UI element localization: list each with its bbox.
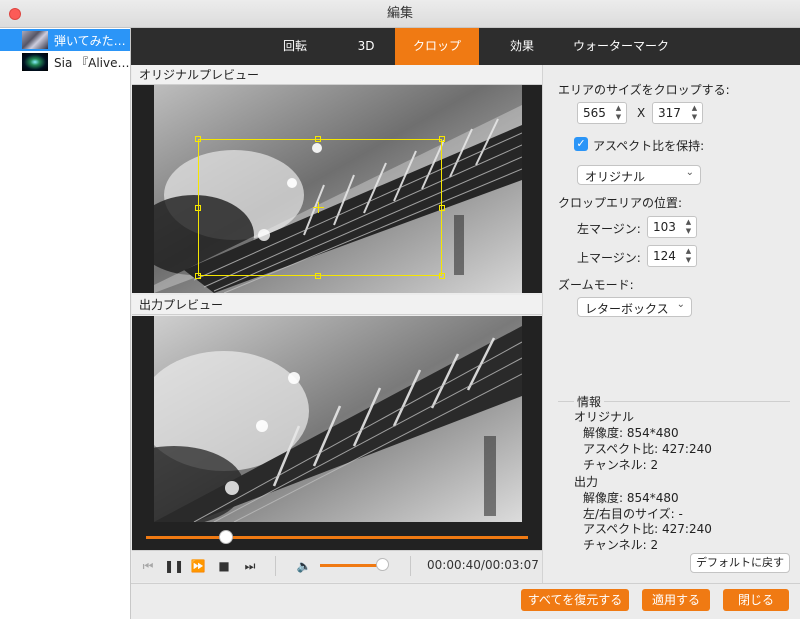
output-preview-image (154, 316, 522, 522)
crop-handle-top-left[interactable] (195, 136, 201, 142)
tab-rotate[interactable]: 回転 (259, 28, 331, 65)
crop-handle-bottom[interactable] (315, 273, 321, 279)
crop-center-crosshair (318, 202, 319, 213)
close-button[interactable]: 閉じる (723, 589, 789, 611)
zoom-mode-value: レターボックス (585, 302, 669, 316)
divider (410, 556, 411, 576)
fast-forward-icon[interactable]: ⏩ (190, 558, 206, 574)
output-channels: チャンネル: 2 (583, 538, 659, 552)
output-resolution: 解像度: 854*480 (583, 491, 679, 505)
playback-progress-track[interactable] (146, 536, 528, 539)
chevron-down-icon: ⌄ (685, 167, 694, 178)
left-margin-label: 左マージン: (577, 222, 641, 236)
output-preview-label: 出力プレビュー (132, 295, 542, 315)
crop-handle-left[interactable] (195, 205, 201, 211)
tab-crop[interactable]: クロップ (395, 28, 479, 65)
reset-default-button[interactable]: デフォルトに戻す (690, 553, 790, 573)
file-item[interactable]: 弾いてみた… (0, 29, 130, 51)
aspect-ratio-value: オリジナル (585, 170, 646, 184)
top-margin-stepper[interactable]: 124 ▲ ▼ (647, 245, 697, 267)
left-margin-stepper[interactable]: 103 ▲ ▼ (647, 216, 697, 238)
left-margin-value: 103 (653, 220, 676, 234)
crop-height-stepper[interactable]: 317 ▲ ▼ (652, 102, 703, 124)
original-aspect: アスペクト比: 427:240 (583, 442, 712, 456)
volume-slider-track[interactable] (320, 564, 380, 567)
playback-scrubber[interactable] (219, 530, 233, 544)
file-name: 弾いてみた… (54, 33, 126, 48)
file-name: Sia 『Alive… (54, 55, 130, 70)
tab-bar: 回転 3D クロップ 効果 ウォーターマーク (131, 28, 800, 65)
original-resolution: 解像度: 854*480 (583, 426, 679, 440)
tab-watermark[interactable]: ウォーターマーク (561, 28, 681, 65)
pause-icon[interactable]: ❚❚ (164, 558, 184, 574)
timecode: 00:00:40/00:03:07 (427, 558, 539, 572)
tab-effects[interactable]: 効果 (483, 28, 561, 65)
crop-handle-bottom-left[interactable] (195, 273, 201, 279)
keep-aspect-checkbox[interactable]: ✓ (574, 137, 588, 151)
title-bar: 編集 (0, 0, 800, 28)
apply-button[interactable]: 適用する (642, 589, 710, 611)
size-separator: X (637, 106, 646, 120)
video-thumbnail (22, 53, 48, 71)
stepper-arrows-icon[interactable]: ▲ ▼ (684, 247, 693, 265)
zoom-mode-label: ズームモード: (558, 278, 634, 292)
tab-3d[interactable]: 3D (331, 28, 401, 65)
crop-width-stepper[interactable]: 565 ▲ ▼ (577, 102, 627, 124)
file-list-sidebar: 弾いてみた… Sia 『Alive… (0, 28, 131, 619)
stepper-arrows-icon[interactable]: ▲ ▼ (690, 104, 699, 122)
output-info-heading: 出力 (574, 475, 599, 489)
crop-handle-bottom-right[interactable] (439, 273, 445, 279)
crop-size-label: エリアのサイズをクロップする: (558, 83, 730, 97)
file-item[interactable]: Sia 『Alive… (0, 51, 130, 73)
crop-handle-top[interactable] (315, 136, 321, 142)
original-info-heading: オリジナル (574, 410, 635, 424)
keep-aspect-label: アスペクト比を保持: (593, 139, 705, 153)
stepper-arrows-icon[interactable]: ▲ ▼ (614, 104, 623, 122)
stepper-arrows-icon[interactable]: ▲ ▼ (684, 218, 693, 236)
crop-position-label: クロップエリアの位置: (558, 196, 683, 210)
close-window-button[interactable] (9, 8, 21, 20)
crop-handle-top-right[interactable] (439, 136, 445, 142)
stop-icon[interactable]: ■ (216, 558, 232, 574)
window-title: 編集 (386, 6, 413, 21)
aspect-ratio-select[interactable]: オリジナル ⌄ (577, 165, 701, 185)
crop-width-value: 565 (583, 106, 606, 120)
chevron-down-icon: ⌄ (676, 299, 685, 310)
zoom-mode-select[interactable]: レターボックス ⌄ (577, 297, 692, 317)
output-aspect: アスペクト比: 427:240 (583, 522, 712, 536)
crop-handle-right[interactable] (439, 205, 445, 211)
top-margin-value: 124 (653, 249, 676, 263)
skip-to-end-icon[interactable]: ⏭ (242, 558, 258, 574)
top-margin-label: 上マージン: (577, 251, 641, 265)
divider (275, 556, 276, 576)
crop-height-value: 317 (658, 106, 681, 120)
restore-all-button[interactable]: すべてを復元する (521, 589, 629, 611)
video-thumbnail (22, 31, 48, 49)
skip-to-start-icon[interactable]: ⏮ (140, 558, 156, 574)
original-preview-label: オリジナルプレビュー (132, 65, 542, 85)
original-channels: チャンネル: 2 (583, 458, 659, 472)
volume-icon[interactable]: 🔈 (296, 558, 312, 574)
volume-slider-knob[interactable] (376, 558, 389, 571)
